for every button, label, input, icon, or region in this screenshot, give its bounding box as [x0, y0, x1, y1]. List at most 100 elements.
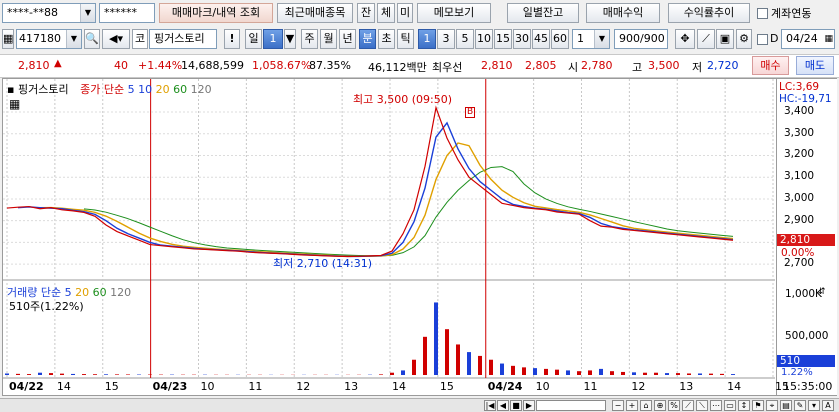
x-tick-label: 04/22	[9, 380, 44, 393]
trade-profit-button[interactable]: 매매수익	[586, 3, 660, 23]
period-day-button[interactable]: 일	[245, 29, 262, 49]
trade-mark-button[interactable]: 매매마크/내역 조회	[159, 3, 273, 23]
line-tool-icon[interactable]: ⟋	[697, 29, 715, 49]
search-icon[interactable]: 🔍	[84, 29, 100, 49]
executed-button[interactable]: 체	[377, 3, 395, 23]
interval-10-button[interactable]: 10	[475, 29, 493, 49]
interval-60-button[interactable]: 60	[551, 29, 569, 49]
low-label: 저	[692, 59, 702, 75]
price-volume-chart[interactable]	[3, 79, 836, 395]
volume-bar	[621, 372, 625, 375]
daily-balance-button[interactable]: 일별잔고	[507, 3, 579, 23]
period-year-button[interactable]: 년	[339, 29, 356, 49]
account-link-label: 계좌연동	[771, 5, 811, 21]
tool-icon[interactable]: ▤	[780, 400, 792, 411]
period-tick-button[interactable]: 틱	[397, 29, 414, 49]
volume-tick-1000k: 1,000K	[785, 288, 822, 300]
tool-icon[interactable]: ⟋	[682, 400, 694, 411]
close-price-line	[7, 108, 733, 257]
tool-icon[interactable]: ⋯	[710, 400, 722, 411]
volume-bar	[533, 368, 537, 375]
interval-1-button[interactable]: 1	[418, 29, 436, 49]
first-icon[interactable]: |◀	[484, 400, 496, 411]
period-second-button[interactable]: 초	[378, 29, 395, 49]
recent-trades-button[interactable]: 최근매매종목	[277, 3, 353, 23]
memo-button[interactable]: 메모보기	[417, 3, 491, 23]
chevron-down-icon[interactable]: ▼	[284, 29, 296, 49]
volume-current: 510주(1.22%)	[9, 298, 84, 314]
volume-bar	[27, 374, 31, 375]
chart-scrollbar[interactable]: |◀ ◀ ■ ▶ − + ⌂ ⊕ % ⟋ ⟍ ⋯ ▭ ↕ ⚑ ⌖ ▤ ✎ ▾ A	[0, 398, 839, 412]
volume-bar	[126, 374, 130, 375]
chart-panel[interactable]: ▪ 핑거스토리 종가 단순 5 10 20 60 120 ▦ 최고 3,500 …	[2, 78, 837, 396]
tool-icon[interactable]: ↕	[738, 400, 750, 411]
tool-icon[interactable]: ⌂	[640, 400, 652, 411]
stock-code-select[interactable]: 417180 ▼	[16, 29, 82, 49]
crosshair-icon[interactable]: ✥	[675, 29, 695, 49]
password-field[interactable]: ******	[99, 3, 155, 23]
interval-45-button[interactable]: 45	[532, 29, 550, 49]
interval-select[interactable]: 1 ▼	[572, 29, 610, 49]
interval-30-button[interactable]: 30	[513, 29, 531, 49]
stop-icon[interactable]: ■	[510, 400, 522, 411]
period-month-button[interactable]: 월	[320, 29, 337, 49]
grid-icon[interactable]: ▦	[2, 29, 14, 49]
volume-bar	[82, 374, 86, 375]
low-annotation: 최저 2,710 (14:31)	[273, 255, 372, 271]
tool-icon[interactable]: ⊕	[654, 400, 666, 411]
buy-button[interactable]: 매수	[752, 56, 789, 75]
volume-bar	[588, 370, 592, 375]
count-field[interactable]: 900/900	[614, 29, 668, 49]
tool-icon[interactable]: A	[822, 400, 834, 411]
next-icon[interactable]: ▶	[523, 400, 535, 411]
period-week-button[interactable]: 주	[301, 29, 318, 49]
open-price: 2,780	[581, 59, 613, 72]
account-select[interactable]: ****-**88 ▼	[2, 3, 96, 23]
period-minute-button[interactable]: 분	[359, 29, 376, 49]
table-icon[interactable]: ▦	[9, 97, 20, 111]
prev-icon[interactable]: ◀	[497, 400, 509, 411]
high-label: 고	[632, 59, 642, 75]
speaker-icon[interactable]: ◀︎▾	[102, 29, 130, 49]
alert-button[interactable]: !	[224, 29, 240, 49]
legend-vol-ma60: 60	[93, 286, 107, 299]
zoom-in-icon[interactable]: +	[626, 400, 638, 411]
profit-trend-button[interactable]: 수익률추이	[668, 3, 750, 23]
account-link-checkbox[interactable]	[757, 8, 768, 19]
x-tick-label: 11	[584, 380, 598, 393]
calendar-icon[interactable]: ▦	[824, 30, 833, 48]
tool-icon[interactable]: ✎	[794, 400, 806, 411]
legend-ma10: 10	[138, 83, 152, 96]
tool-icon[interactable]: ⚑	[752, 400, 764, 411]
current-price-tag: 2,810	[777, 234, 835, 246]
tool-icon[interactable]: ⟍	[696, 400, 708, 411]
balance-button[interactable]: 잔	[357, 3, 375, 23]
quote-bar: 2,810 ▲ 40 +1.44% 14,688,599 1,058.67% 8…	[0, 54, 839, 78]
top-toolbar: ****-**88 ▼ ****** 매매마크/내역 조회 최근매매종목 잔 체…	[0, 0, 839, 26]
date-field[interactable]: 04/24 ▦	[781, 29, 835, 49]
current-price-pct: 0.00%	[781, 247, 814, 259]
unexecuted-button[interactable]: 미	[397, 3, 413, 23]
tool-icon[interactable]: ⌖	[766, 400, 778, 411]
date-checkbox[interactable]	[757, 34, 768, 45]
x-tick-label: 14	[57, 380, 71, 393]
interval-3-button[interactable]: 3	[437, 29, 455, 49]
account-number: ****-**88	[7, 4, 58, 22]
save-icon[interactable]: ▣	[716, 29, 734, 49]
volume-bar	[720, 374, 724, 375]
volume-bar	[665, 373, 669, 375]
tool-icon[interactable]: %	[668, 400, 680, 411]
stock-name-field[interactable]: 핑거스토리	[149, 29, 217, 49]
volume-bar	[412, 360, 416, 375]
zoom-out-icon[interactable]: −	[612, 400, 624, 411]
x-tick-label: 10	[536, 380, 550, 393]
gear-icon[interactable]: ⚙	[736, 29, 752, 49]
interval-15-button[interactable]: 15	[494, 29, 512, 49]
sell-button[interactable]: 매도	[796, 56, 834, 75]
interval-5-button[interactable]: 5	[456, 29, 474, 49]
scroll-track[interactable]	[536, 400, 606, 411]
tool-icon[interactable]: ▭	[724, 400, 736, 411]
scroll-icon[interactable]: ⇵	[818, 287, 826, 297]
period-value[interactable]: 1	[263, 29, 283, 49]
tool-icon[interactable]: ▾	[808, 400, 820, 411]
